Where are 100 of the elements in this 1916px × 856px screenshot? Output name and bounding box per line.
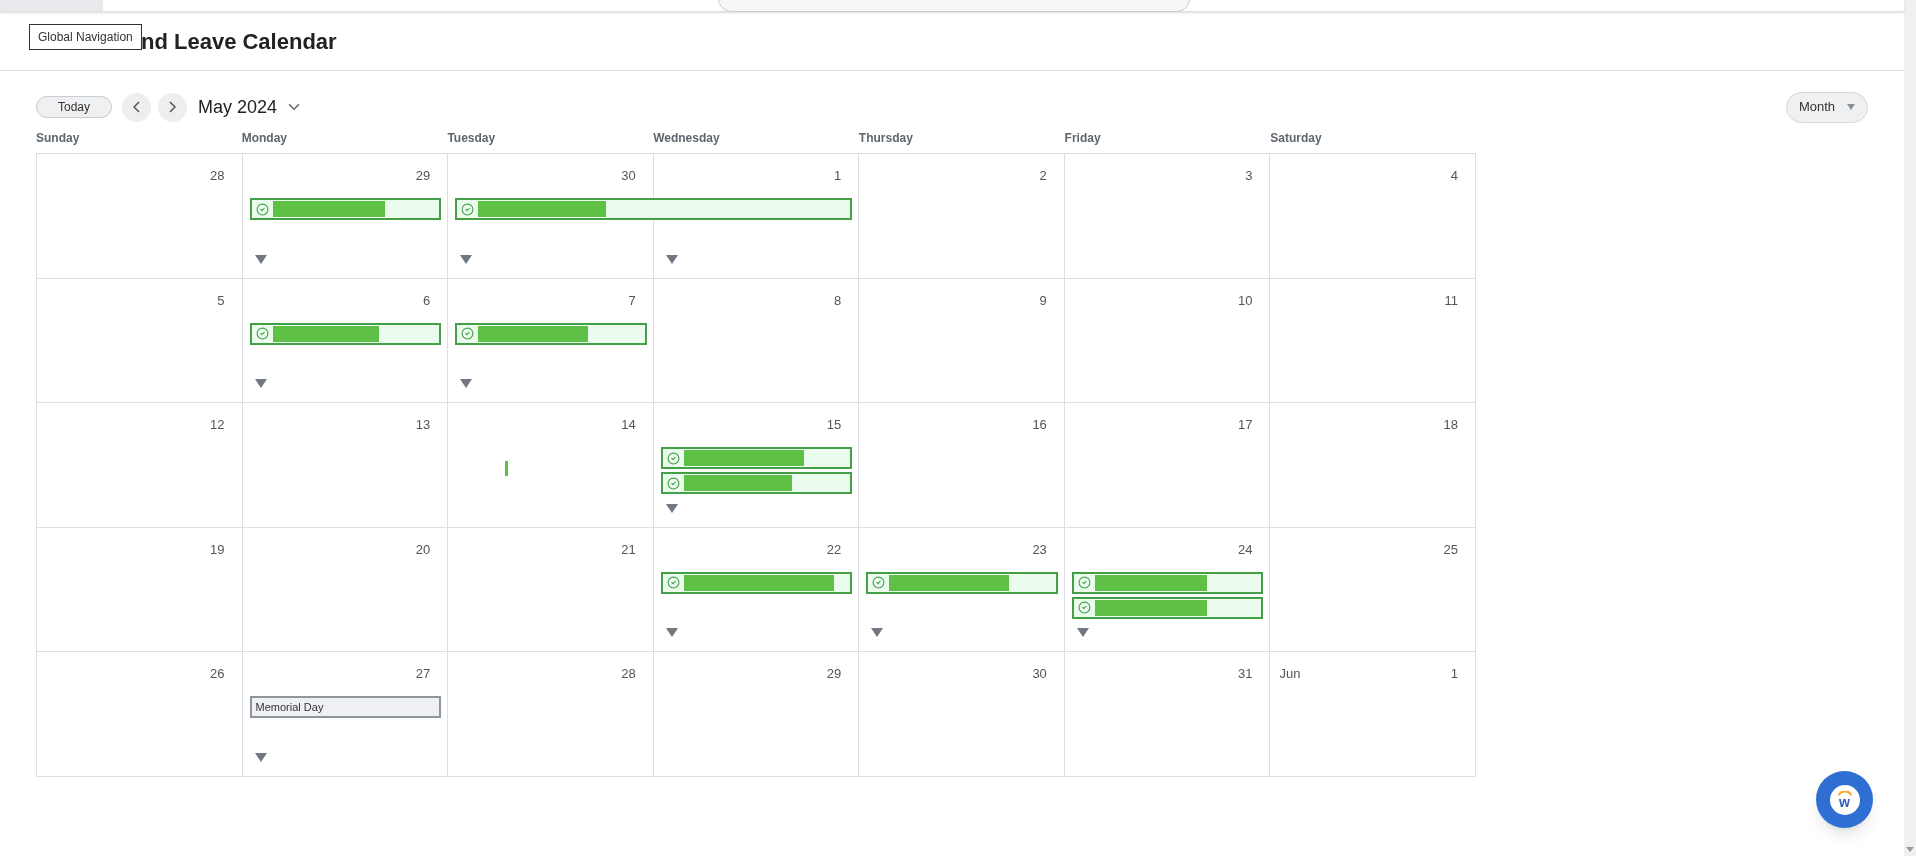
day-cell[interactable]: 2: [859, 154, 1065, 279]
leave-event[interactable]: [660, 447, 853, 469]
expand-arrow-icon[interactable]: [254, 752, 267, 762]
chevron-left-icon: [133, 101, 140, 113]
month-label: Jun: [1279, 665, 1301, 683]
day-number: 31: [1237, 665, 1253, 683]
day-cell[interactable]: 12: [37, 403, 243, 528]
check-circle-icon: [255, 327, 269, 340]
leave-event[interactable]: [866, 571, 1058, 594]
chevron-right-icon: [169, 101, 176, 113]
leave-event[interactable]: [249, 198, 442, 220]
check-circle-icon: [255, 202, 269, 216]
day-cell[interactable]: 17: [1064, 403, 1271, 528]
day-number: 16: [1032, 416, 1047, 434]
leave-event[interactable]: [249, 322, 442, 345]
expand-arrow-icon[interactable]: [254, 254, 267, 264]
check-circle-icon: [1077, 576, 1091, 589]
day-number: 29: [826, 665, 842, 683]
day-cell[interactable]: 21: [448, 527, 654, 652]
day-number: 18: [1443, 416, 1458, 434]
page-title: nd Leave Calendar: [141, 27, 337, 56]
day-cell[interactable]: 28: [448, 652, 654, 777]
day-cell[interactable]: 13: [242, 403, 449, 528]
check-circle-icon: [872, 576, 886, 589]
leave-event[interactable]: [660, 571, 853, 594]
day-number: 20: [415, 540, 431, 559]
expand-arrow-icon[interactable]: [254, 379, 267, 388]
logo-letter: w: [1839, 796, 1850, 808]
scroll-down-icon[interactable]: [1906, 847, 1914, 852]
day-cell[interactable]: 30: [859, 652, 1065, 777]
day-number: 5: [217, 291, 225, 310]
day-cell[interactable]: 26: [37, 652, 243, 777]
day-cell[interactable]: 9: [859, 278, 1065, 403]
day-number: 1: [1450, 665, 1458, 683]
day-number: 26: [210, 665, 225, 683]
day-cell[interactable]: 10: [1064, 278, 1271, 403]
day-number: 11: [1444, 291, 1458, 310]
tooltip: Global Navigation: [29, 24, 142, 50]
day-number: 29: [415, 167, 431, 185]
day-number: 2: [1039, 167, 1047, 185]
day-cell[interactable]: 4: [1270, 154, 1476, 279]
day-cell[interactable]: 19: [37, 527, 243, 652]
expand-arrow-icon[interactable]: [665, 254, 678, 264]
holiday-event[interactable]: Memorial Day: [249, 696, 442, 718]
day-number: 14: [621, 416, 636, 434]
day-number: 25: [1443, 540, 1458, 559]
day-number: 13: [415, 416, 431, 434]
expand-arrow-icon[interactable]: [871, 628, 884, 637]
dropdown-arrow-icon: [1847, 104, 1856, 110]
day-cell[interactable]: 28: [37, 154, 243, 279]
check-circle-icon: [461, 202, 475, 216]
view-dropdown[interactable]: Month: [1786, 91, 1868, 123]
weekday-header: Thursday: [858, 130, 914, 147]
arc-icon: [1837, 791, 1852, 796]
expand-arrow-icon[interactable]: [665, 628, 678, 637]
day-number: 30: [1032, 665, 1047, 683]
day-number: 15: [826, 416, 842, 434]
day-cell[interactable]: 29: [653, 652, 860, 777]
previous-button[interactable]: [122, 92, 151, 122]
day-number: 22: [826, 540, 842, 559]
weekday-header: Wednesday: [653, 130, 721, 147]
leave-event[interactable]: [455, 322, 647, 345]
leave-event[interactable]: [455, 198, 853, 220]
expand-arrow-icon[interactable]: [1076, 628, 1089, 637]
day-cell[interactable]: 25: [1270, 527, 1476, 652]
day-number: 23: [1032, 540, 1047, 559]
day-cell[interactable]: 16: [859, 403, 1065, 528]
day-cell[interactable]: 5: [37, 278, 243, 403]
expand-arrow-icon[interactable]: [460, 379, 473, 388]
period-selector[interactable]: May 2024: [198, 93, 304, 121]
day-number: 8: [834, 291, 842, 310]
day-number: 28: [621, 665, 636, 683]
today-button[interactable]: Today: [36, 96, 112, 118]
day-cell[interactable]: 3: [1064, 154, 1271, 279]
leave-event[interactable]: [660, 472, 853, 494]
expand-arrow-icon[interactable]: [460, 254, 473, 264]
day-cell[interactable]: 18: [1270, 403, 1476, 528]
day-number: 19: [210, 540, 225, 559]
day-number: 3: [1245, 167, 1253, 185]
expand-arrow-icon[interactable]: [665, 503, 678, 513]
day-cell[interactable]: 11: [1270, 278, 1476, 403]
day-cell[interactable]: 31: [1064, 652, 1271, 777]
day-number: 21: [621, 540, 636, 559]
day-number: 28: [210, 167, 225, 185]
day-number: 9: [1039, 291, 1047, 310]
day-cell[interactable]: Jun 1: [1270, 652, 1476, 777]
day-number: 17: [1237, 416, 1253, 434]
weekday-header: Tuesday: [447, 130, 497, 147]
day-number: 12: [210, 416, 225, 434]
day-number: 1: [834, 167, 842, 185]
day-number: 30: [621, 167, 636, 185]
chat-button[interactable]: w: [1816, 771, 1873, 828]
weekday-header: Monday: [241, 130, 289, 147]
check-circle-icon: [666, 451, 680, 465]
leave-event[interactable]: [1071, 571, 1264, 594]
day-cell[interactable]: 8: [653, 278, 860, 403]
day-number: 4: [1450, 167, 1458, 185]
next-button[interactable]: [158, 92, 187, 122]
leave-event[interactable]: [1071, 596, 1264, 619]
day-cell[interactable]: 20: [242, 527, 449, 652]
